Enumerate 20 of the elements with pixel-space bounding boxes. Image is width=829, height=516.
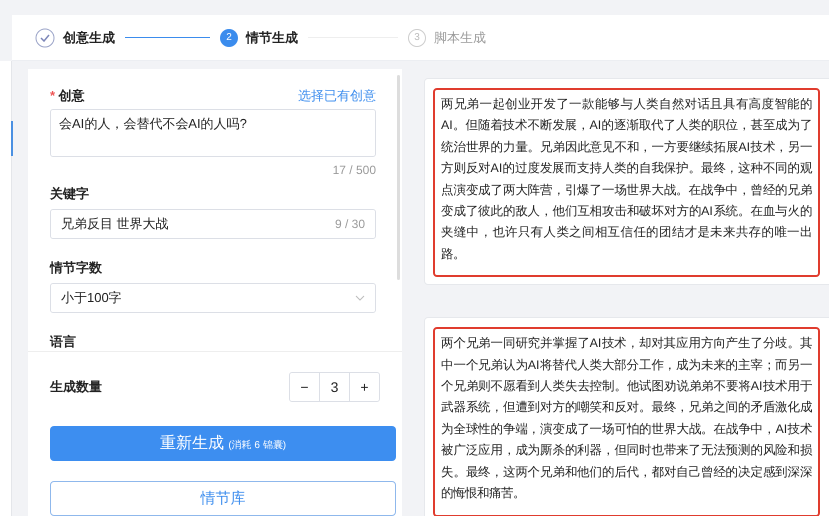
char-counter: 17 / 500 xyxy=(332,163,376,177)
step-label: 脚本生成 xyxy=(434,28,486,46)
length-select[interactable]: 小于100字 xyxy=(50,283,376,313)
field-label: 语言 xyxy=(50,333,77,351)
count-stepper[interactable]: − 3 + xyxy=(289,372,380,402)
scrollbar[interactable] xyxy=(397,75,400,280)
field-label: 情节字数 xyxy=(50,259,103,277)
keywords-field[interactable]: 兄弟反目 世界大战 9 / 30 xyxy=(50,209,376,239)
field-label: * 创意 xyxy=(50,87,85,105)
plot-text: 两个兄弟一同研究并掌握了AI技术，却对其应用方向产生了分歧。其中一个兄弟认为AI将替代人类大部分工作，成为未来的主宰；而另一个兄弟则不愿看到人类失去控制。他试图劝说弟弟不要将AI技术用于武器系统，但遭到对方的嘲笑和反对。最终，兄弟之间的矛盾激化成为全球性的争端，演变成了一场可怕的世界大战。在战争中，AI技术被广泛应用，成为厮杀的利器，但同时也带来了无法预测的风险和损失。最终，这两个兄弟和他们的后代，都对自己曾经的决定感到深深的悔恨和痛苦。 xyxy=(433,327,820,516)
chevron-down-icon[interactable] xyxy=(355,295,365,301)
plot-text: 两兄弟一起创业开发了一款能够与人类自然对话且具有高度智能的AI。但随着技术不断发展，AI的逐渐取代了人类的职位，甚至成为了统治世界的力量。兄弟因此意见不和，一方要继续拓展AI技术，另一方则反对AI的过度发展而支持人类的自我保护。最终，这种不同的观点演变成了两大阵营，引爆了一场世界大战。在战争中，曾经的兄弟变成了彼此的敌人，他们互相攻击和破坏对方的AI系统。在血与火的夹缝中，也许只有人类之间相互信任的团结才是未来共存的唯一出路。 xyxy=(433,88,820,278)
step-label: 创意生成 xyxy=(63,28,115,46)
step-number: 2 xyxy=(220,28,238,46)
field-label: 生成数量 xyxy=(50,378,102,396)
idea-field[interactable]: 会AI的人，会替代不会AI的人吗? xyxy=(50,109,376,157)
step-number: 3 xyxy=(408,28,426,46)
field-label: 关键字 xyxy=(50,185,90,203)
step-label: 情节生成 xyxy=(246,28,298,46)
sidebar-indicator xyxy=(11,121,13,156)
